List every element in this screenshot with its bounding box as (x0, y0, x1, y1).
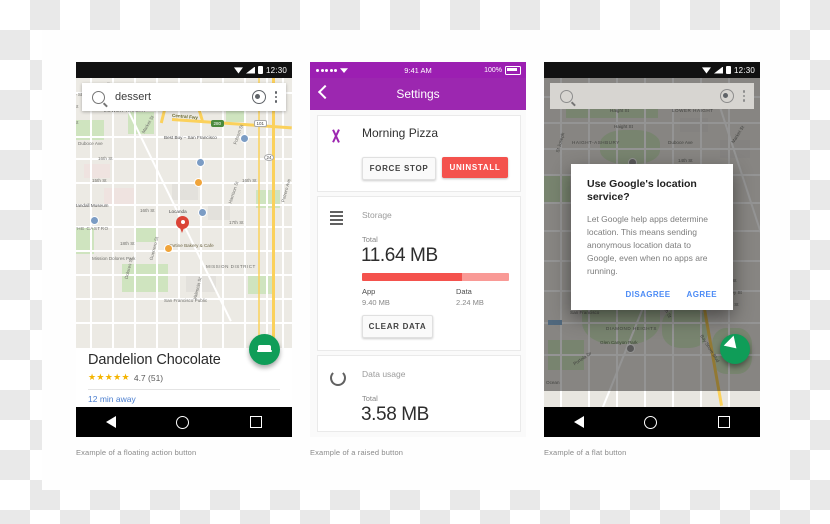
route-shield-280: 280 (211, 120, 224, 127)
rating-row: ★★★★★ 4.7 (51) (88, 372, 163, 383)
storage-total-value: 11.64 MB (361, 245, 438, 266)
app-section: Morning Pizza FORCE STOP UNINSTALL (317, 115, 521, 192)
storage-app-label: App (362, 287, 376, 296)
nav-recents-icon[interactable] (717, 416, 730, 428)
canvas: McAllister St LOWER HAIGHT Duboce Ave Ma… (0, 0, 830, 524)
status-bar-1: 12:30 (76, 62, 292, 78)
storage-bar-app (362, 273, 462, 281)
nav-recents-icon[interactable] (249, 416, 262, 428)
nav-home-icon[interactable] (176, 415, 190, 429)
rating-value: 4.7 (51) (133, 372, 164, 383)
storage-lines-icon (330, 211, 343, 225)
place-title: Dandelion Chocolate (88, 352, 221, 368)
app-name: Morning Pizza (362, 126, 439, 140)
caption-3: Example of a flat button (544, 448, 627, 457)
map-pin-icon (176, 216, 189, 233)
data-usage-header: Data usage (362, 369, 406, 379)
app-bar-settings: Settings (310, 78, 526, 110)
battery-icon (505, 65, 521, 75)
my-location-icon[interactable] (251, 90, 266, 104)
signal-icon (713, 66, 723, 74)
directions-car-icon (257, 345, 272, 354)
caption-2: Example of a raised button (310, 448, 404, 457)
storage-data-label: Data (456, 287, 472, 296)
search-icon (92, 90, 105, 104)
storage-app-value: 9.40 MB (362, 298, 390, 307)
storage-section: Storage Total 11.64 MB App 9.40 MB Data … (317, 196, 521, 351)
dialog-body: Let Google help apps determine location.… (587, 214, 708, 276)
nav-back-icon[interactable] (106, 416, 117, 428)
storage-bar (362, 273, 509, 281)
caption-1: Example of a floating action button (76, 448, 197, 457)
phone-flat-button: Haight St Haight St LOWER HAIGHT HAIGHT-… (544, 62, 760, 437)
android-nav-bar-3 (544, 407, 760, 437)
dialog-actions: DISAGREE AGREE (571, 278, 733, 310)
status-bar-2: 9:41 AM 100% (310, 62, 526, 78)
uninstall-button[interactable]: UNINSTALL (442, 157, 508, 178)
battery-icon (725, 66, 731, 74)
android-nav-bar-1 (76, 407, 292, 437)
route-shield-101: 101 (254, 120, 267, 127)
wifi-icon (233, 67, 243, 74)
stars-icon: ★★★★★ (88, 372, 130, 382)
app-bar-title: Settings (396, 87, 440, 101)
data-total-label: Total (362, 394, 378, 403)
phone-floating-action-button: McAllister St LOWER HAIGHT Duboce Ave Ma… (76, 62, 292, 437)
more-vert-icon[interactable] (742, 90, 745, 102)
map-view-1[interactable]: McAllister St LOWER HAIGHT Duboce Ave Ma… (76, 78, 292, 348)
search-bar-3[interactable] (550, 83, 754, 109)
location-service-dialog: Use Google's location service? Let Googl… (571, 164, 733, 310)
status-time: 9:41 AM (404, 65, 432, 75)
battery-icon (257, 66, 263, 74)
data-ring-icon (330, 370, 346, 386)
disagree-button[interactable]: DISAGREE (626, 290, 671, 299)
data-usage-section: Data usage Total 3.58 MB (317, 355, 521, 432)
agree-button[interactable]: AGREE (687, 290, 717, 299)
my-location-icon[interactable] (719, 89, 734, 103)
storage-total-label: Total (362, 235, 378, 244)
wifi-icon (701, 67, 711, 74)
eta-link[interactable]: 12 min away (88, 394, 136, 404)
navigation-icon (723, 335, 747, 359)
route-shield-24: 24 (264, 154, 275, 161)
status-time: 12:30 (733, 65, 755, 75)
nav-home-icon[interactable] (644, 415, 658, 429)
more-vert-icon[interactable] (274, 91, 277, 103)
storage-bar-data (461, 273, 509, 281)
force-stop-button[interactable]: FORCE STOP (362, 157, 436, 180)
floating-action-button-directions[interactable] (249, 334, 280, 365)
floating-action-button-navigation[interactable] (720, 334, 750, 364)
dialog-title: Use Google's location service? (587, 178, 697, 203)
status-bar-3: 12:30 (544, 62, 760, 78)
divider (88, 389, 280, 390)
data-total-value: 3.58 MB (361, 404, 429, 425)
phone-raised-button: 9:41 AM 100% Settings Morning Pizza FORC… (310, 62, 526, 437)
search-input[interactable]: dessert (115, 91, 151, 103)
search-icon (560, 89, 573, 103)
search-bar-1[interactable]: dessert (82, 83, 286, 111)
storage-header: Storage (362, 210, 392, 220)
status-time: 12:30 (265, 65, 287, 75)
fork-knife-icon (329, 129, 343, 143)
signal-icon (245, 66, 255, 74)
clear-data-button[interactable]: CLEAR DATA (362, 315, 433, 338)
storage-data-value: 2.24 MB (456, 298, 484, 307)
nav-back-icon[interactable] (574, 416, 585, 428)
